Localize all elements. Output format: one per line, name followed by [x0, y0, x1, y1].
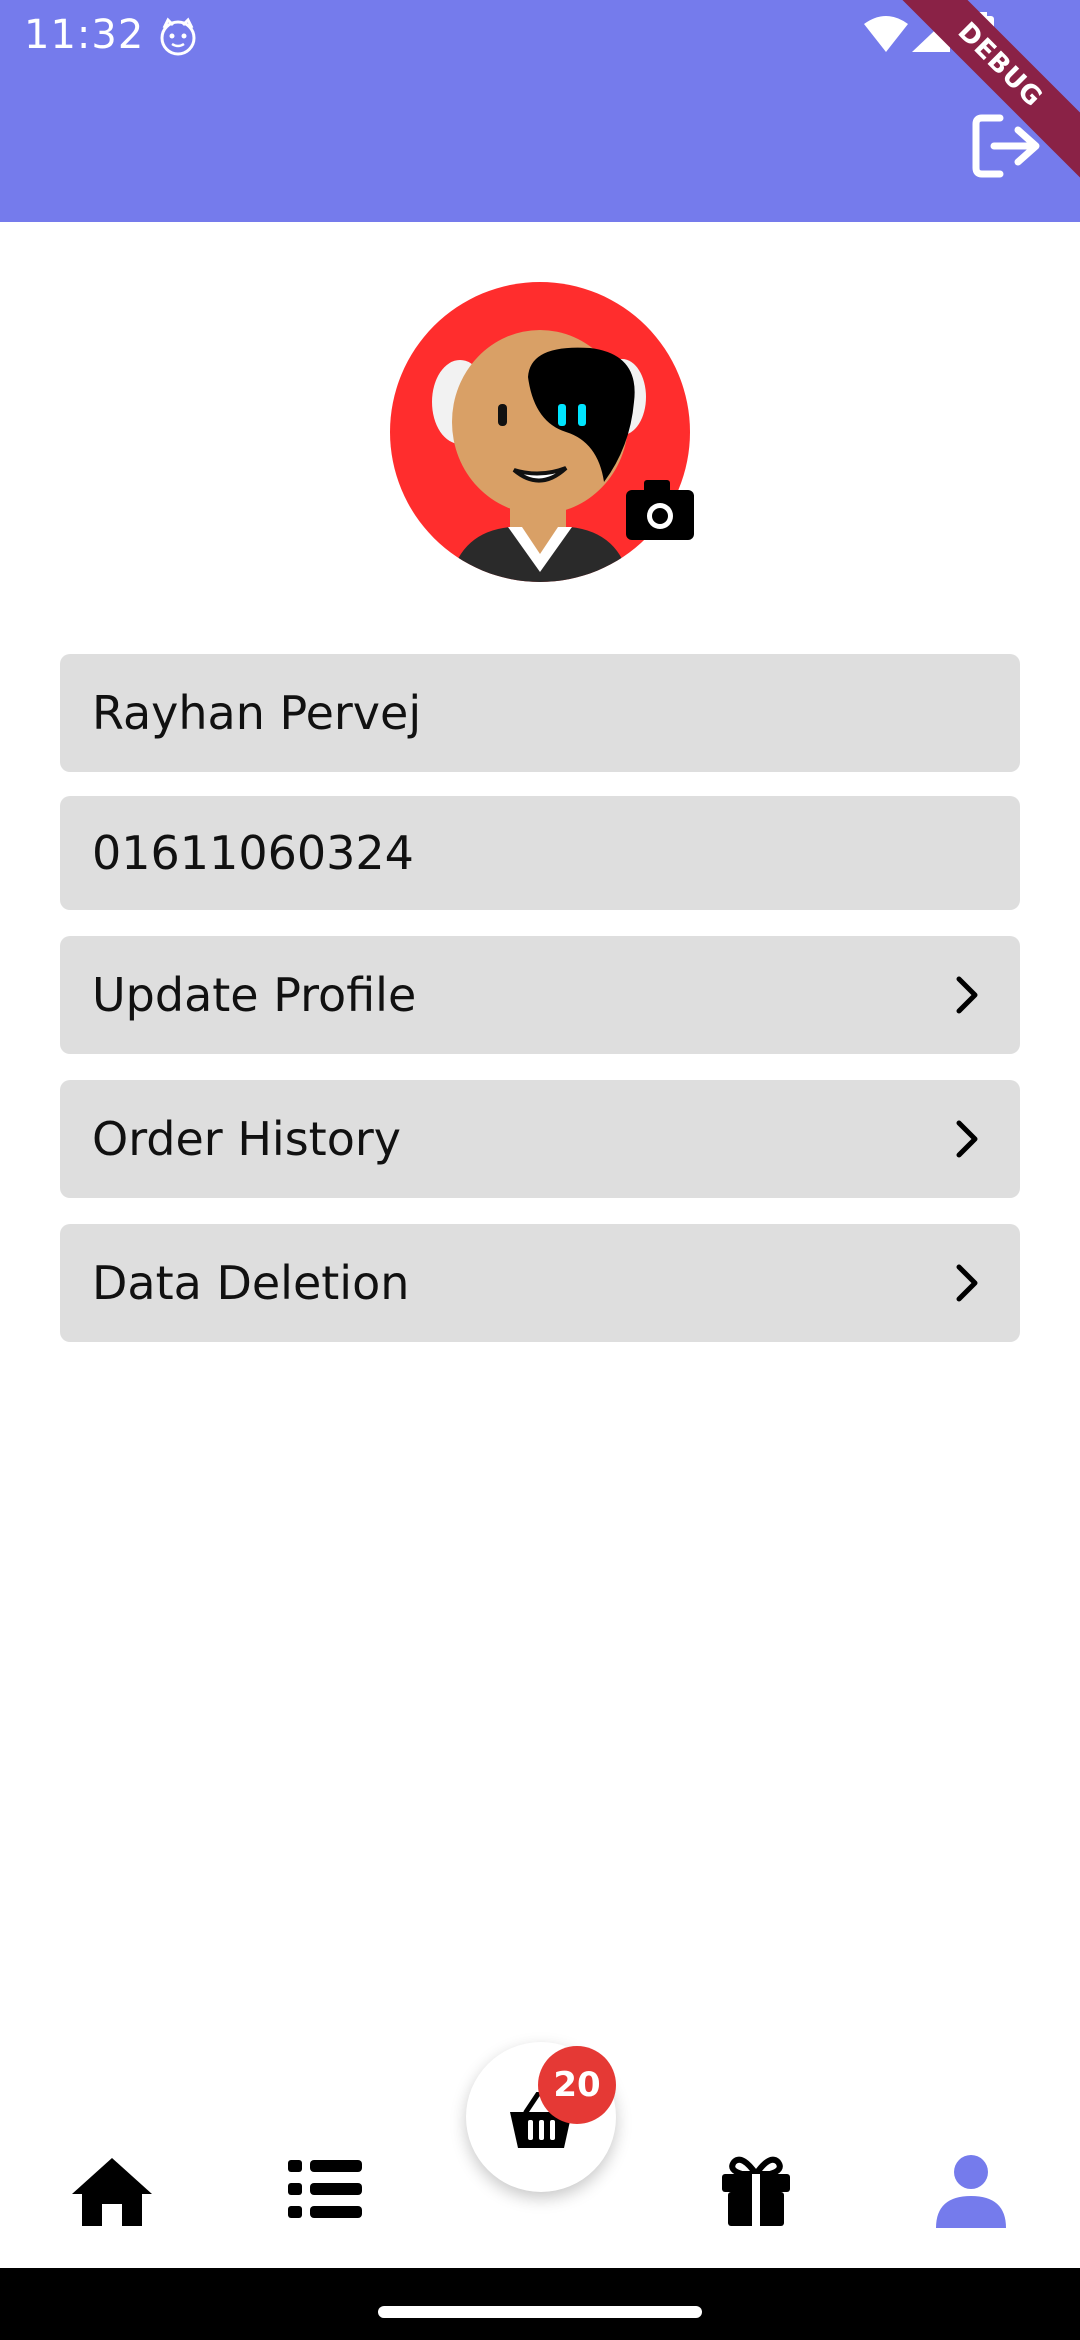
home-icon[interactable]: [70, 2156, 154, 2228]
status-time: 11:32: [24, 12, 145, 58]
menu-item-label: Order History: [92, 1112, 401, 1166]
home-gesture-bar[interactable]: [378, 2306, 702, 2318]
wifi-icon: [864, 16, 908, 52]
phone-field: 01611060324: [60, 796, 1020, 910]
list-icon[interactable]: [288, 2158, 362, 2220]
system-nav-bar: [0, 2268, 1080, 2340]
cat-notification-icon: [160, 17, 196, 56]
chevron-right-icon: [956, 1264, 978, 1302]
person-icon[interactable]: [934, 2154, 1008, 2228]
app-bar: 11:32 DEBUG: [0, 0, 1080, 222]
order-history-button[interactable]: Order History: [60, 1080, 1020, 1198]
update-profile-button[interactable]: Update Profile: [60, 936, 1020, 1054]
camera-icon[interactable]: [624, 478, 696, 542]
profile-phone: 01611060324: [92, 826, 414, 880]
menu-item-label: Update Profile: [92, 968, 417, 1022]
chevron-right-icon: [956, 976, 978, 1014]
data-deletion-button[interactable]: Data Deletion: [60, 1224, 1020, 1342]
name-field: Rayhan Pervej: [60, 654, 1020, 772]
cart-badge: 20: [538, 2046, 616, 2124]
logout-icon[interactable]: [970, 112, 1046, 180]
chevron-right-icon: [956, 1120, 978, 1158]
menu-item-label: Data Deletion: [92, 1256, 410, 1310]
profile-name: Rayhan Pervej: [92, 686, 422, 740]
gift-icon[interactable]: [720, 2154, 792, 2228]
